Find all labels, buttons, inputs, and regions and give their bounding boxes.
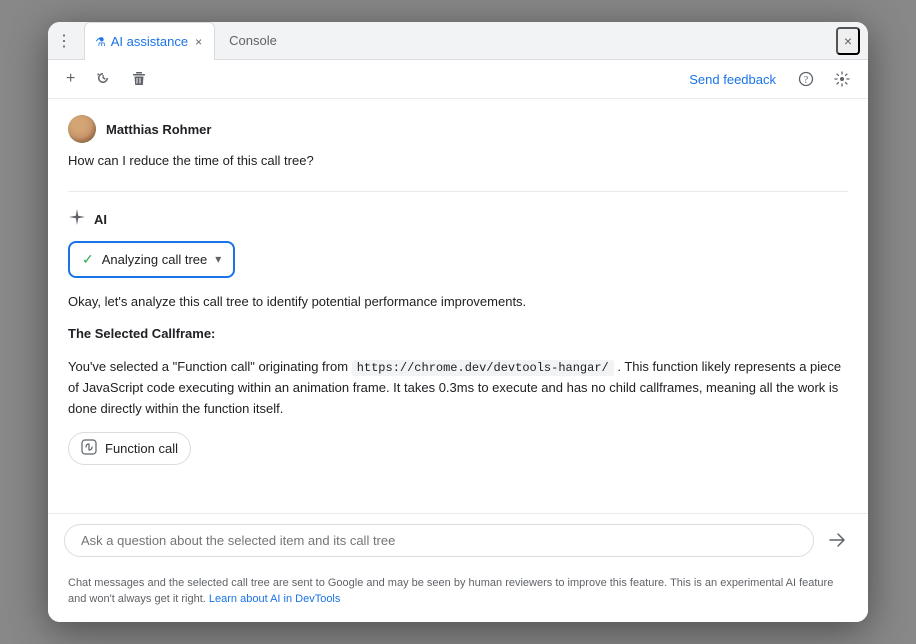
delete-button[interactable] bbox=[125, 67, 153, 91]
ai-message: AI ✓ Analyzing call tree ▾ Okay, let's a… bbox=[68, 208, 848, 481]
toolbar: + Send feedback ? bbox=[48, 60, 868, 99]
user-name: Matthias Rohmer bbox=[106, 122, 211, 137]
tab-bar: ⋮ ⚗ AI assistance × Console × bbox=[48, 22, 868, 60]
footer: Chat messages and the selected call tree… bbox=[48, 567, 868, 622]
send-icon bbox=[828, 531, 846, 549]
help-icon: ? bbox=[798, 71, 814, 87]
ai-response-body: You've selected a "Function call" origin… bbox=[68, 357, 848, 420]
tab-console-label: Console bbox=[229, 33, 277, 48]
ai-response-intro: Okay, let's analyze this call tree to id… bbox=[68, 292, 848, 313]
ai-header: AI bbox=[68, 208, 848, 231]
analyzing-chip[interactable]: ✓ Analyzing call tree ▾ bbox=[68, 241, 235, 278]
input-area bbox=[48, 513, 868, 567]
devtools-window: ⋮ ⚗ AI assistance × Console × + bbox=[48, 22, 868, 622]
ai-selected-callframe-heading: The Selected Callframe: bbox=[68, 324, 848, 345]
send-button[interactable] bbox=[822, 525, 852, 555]
chip-label: Analyzing call tree bbox=[102, 252, 208, 267]
chevron-down-icon: ▾ bbox=[215, 252, 221, 266]
user-message: Matthias Rohmer How can I reduce the tim… bbox=[68, 115, 848, 171]
function-call-label: Function call bbox=[105, 441, 178, 456]
history-icon bbox=[95, 71, 111, 87]
dots-icon: ⋮ bbox=[56, 31, 72, 51]
ai-tab-icon: ⚗ bbox=[95, 35, 106, 49]
tab-ai-assistance-label: AI assistance bbox=[111, 34, 188, 49]
help-button[interactable]: ? bbox=[792, 67, 820, 91]
delete-icon bbox=[131, 71, 147, 87]
menu-dots[interactable]: ⋮ bbox=[56, 31, 72, 51]
user-header: Matthias Rohmer bbox=[68, 115, 848, 143]
user-avatar bbox=[68, 115, 96, 143]
tab-ai-assistance[interactable]: ⚗ AI assistance × bbox=[84, 22, 215, 60]
history-button[interactable] bbox=[89, 67, 117, 91]
user-message-text: How can I reduce the time of this call t… bbox=[68, 151, 848, 171]
settings-icon bbox=[834, 71, 850, 87]
new-button[interactable]: + bbox=[60, 66, 81, 92]
ai-heading-text: The Selected Callframe: bbox=[68, 326, 215, 341]
ai-sparkle-icon bbox=[68, 208, 86, 231]
check-icon: ✓ bbox=[82, 251, 94, 268]
chat-content: Matthias Rohmer How can I reduce the tim… bbox=[48, 99, 868, 513]
footer-text-content: Chat messages and the selected call tree… bbox=[68, 577, 833, 606]
divider bbox=[68, 191, 848, 192]
function-icon bbox=[81, 439, 97, 458]
tab-console[interactable]: Console bbox=[219, 22, 287, 59]
footer-learn-link[interactable]: Learn about AI in DevTools bbox=[209, 593, 340, 605]
ai-response-body-text: You've selected a "Function call" origin… bbox=[68, 359, 348, 374]
svg-text:?: ? bbox=[804, 75, 809, 86]
settings-button[interactable] bbox=[828, 67, 856, 91]
tab-ai-assistance-close[interactable]: × bbox=[193, 33, 204, 51]
send-feedback-button[interactable]: Send feedback bbox=[681, 68, 784, 91]
ai-code-url: https://chrome.dev/devtools-hangar/ bbox=[352, 360, 614, 376]
footer-text: Chat messages and the selected call tree… bbox=[68, 575, 848, 608]
function-call-chip[interactable]: Function call bbox=[68, 432, 191, 465]
window-close-button[interactable]: × bbox=[836, 27, 860, 55]
ai-label: AI bbox=[94, 212, 107, 227]
chat-input[interactable] bbox=[64, 524, 814, 557]
